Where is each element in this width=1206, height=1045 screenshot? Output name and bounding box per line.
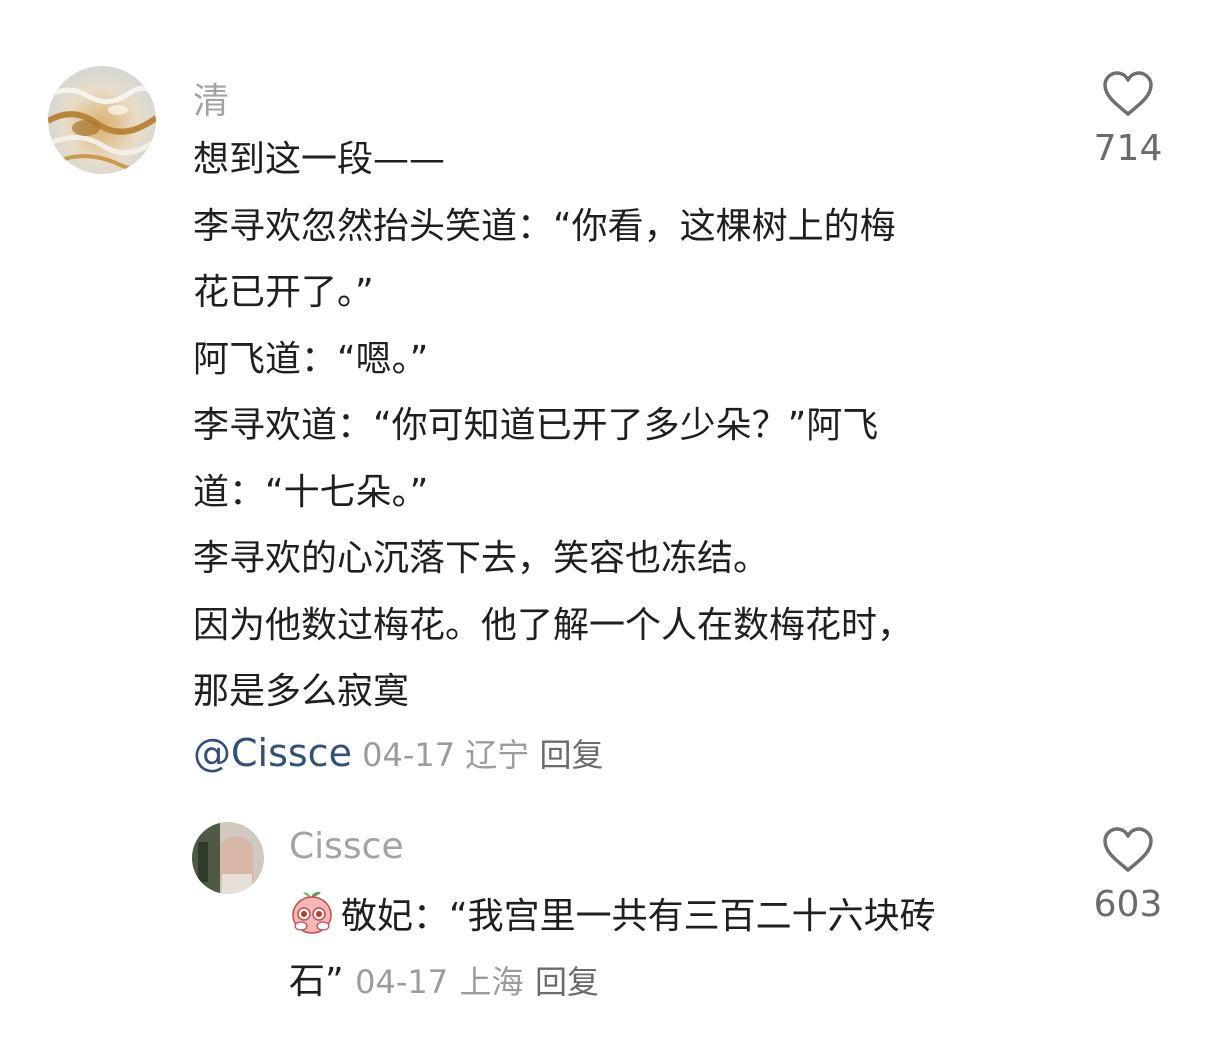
reply-button[interactable]: 回复 [535,963,599,1001]
heart-icon [1103,71,1153,116]
comment-text-line: 因为他数过梅花。他了解一个人在数梅花时， [193,604,914,646]
reply-username[interactable]: Cissce [289,826,404,867]
reply-date: 04-17 [355,963,449,1001]
comment-text-line: 李寻欢道：“你可知道已开了多少朵？”阿飞 [193,405,879,446]
comment-meta: @Cissce 04-17 辽宁 回复 [193,730,604,778]
comment-text-line: 想到这一段—— [193,139,446,180]
heart-icon [1103,827,1153,872]
comment-text-line: 道：“十七朵。” [193,471,429,513]
like-count: 714 [1093,128,1163,169]
reply-text-line: 石” 04-17 上海 回复 [289,956,599,1008]
portrait-photo-icon [192,822,264,894]
peach-blush-emoji-icon [292,891,332,934]
comment-date: 04-17 [362,736,456,774]
reply-text: 敬妃：“我宫里一共有三百二十六块砖 [341,896,936,937]
gold-water-ripple-icon [48,66,156,174]
like-button[interactable]: 603 [1083,826,1173,925]
reply-location: 上海 [459,963,524,1001]
like-count: 603 [1093,884,1163,925]
commenter-username[interactable]: 清 [193,72,229,124]
mention-link[interactable]: @Cissce [193,731,352,775]
comment-text-line: 李寻欢忽然抬头笑道：“你看，这棵树上的梅 [193,205,896,247]
reply-text-line: 敬妃：“我宫里一共有三百二十六块砖 [289,890,936,943]
reply-avatar[interactable] [192,822,264,894]
comment-text-line: 阿飞道：“嗯。” [193,338,429,380]
comment-text-line: 花已开了。” [193,272,374,313]
like-button[interactable]: 714 [1083,70,1173,169]
reply-button[interactable]: 回复 [539,736,603,774]
commenter-avatar[interactable] [48,66,156,174]
comment-text-line: 那是多么寂寞 [193,671,410,712]
reply-text-continued: 石” [289,961,344,1002]
comment-text-line: 李寻欢的心沉落下去，笑容也冻结。 [193,538,770,579]
comment-location: 辽宁 [465,736,530,774]
comment-text: 想到这一段—— 李寻欢忽然抬头笑道：“你看，这棵树上的梅 花已开了。” 阿飞道：… [193,134,913,733]
